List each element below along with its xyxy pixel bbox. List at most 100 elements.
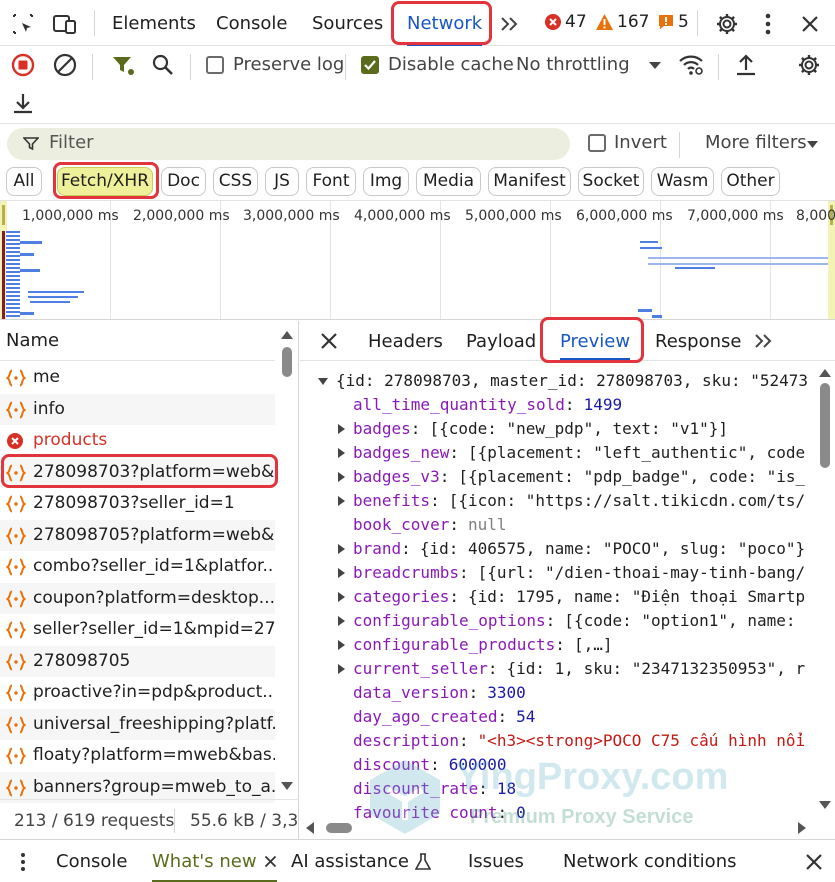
json-value: [{url: "/dien-thoai-may-tinh-bang/ <box>477 563 806 582</box>
type-chip-css[interactable]: CSS <box>213 167 258 196</box>
network-conditions-wifi-icon[interactable] <box>678 52 704 78</box>
json-key: breadcrumbs <box>353 563 459 582</box>
highlight-selected-request <box>1 454 278 488</box>
device-toolbar-icon[interactable] <box>52 11 78 37</box>
disable-cache-checkbox[interactable] <box>361 56 379 74</box>
expand-triangle-icon[interactable] <box>338 616 345 626</box>
export-har-download-icon[interactable] <box>10 90 36 116</box>
type-chip-other[interactable]: Other <box>721 167 780 196</box>
expand-triangle-icon[interactable] <box>338 544 345 554</box>
fetch-xhr-braces-icon <box>6 401 26 419</box>
json-key: all_time_quantity_sold <box>353 395 565 414</box>
request-row[interactable]: universal_freeshipping?platf... <box>0 708 275 740</box>
json-preview: {id: 278098703, master_id: 278098703, sk… <box>300 363 816 818</box>
preview-horizontal-scrollbar[interactable] <box>300 818 815 839</box>
tab-console[interactable]: Console <box>216 0 287 46</box>
request-row[interactable]: info <box>0 393 275 425</box>
name-column-header[interactable]: Name <box>0 321 275 361</box>
request-row[interactable]: proactive?in=pdp&product... <box>0 677 275 709</box>
clear-icon[interactable] <box>52 52 78 78</box>
preserve-log-checkbox[interactable] <box>206 56 224 74</box>
json-key: day_ago_created <box>353 707 498 726</box>
search-icon[interactable] <box>150 52 176 78</box>
request-row[interactable]: floaty?platform=mweb&bas... <box>0 740 275 772</box>
close-drawer-icon[interactable] <box>805 853 823 871</box>
type-chip-manifest[interactable]: Manifest <box>488 167 571 196</box>
disable-cache-label[interactable]: Disable cache <box>388 54 514 75</box>
kebab-menu-icon[interactable] <box>755 11 781 37</box>
network-settings-gear-icon[interactable] <box>796 52 822 78</box>
expand-triangle-icon[interactable] <box>338 568 345 578</box>
request-list-scrollbar[interactable] <box>276 321 298 799</box>
request-row[interactable]: seller?seller_id=1&mpid=27... <box>0 614 275 646</box>
collapse-triangle-icon[interactable] <box>318 378 328 385</box>
expand-triangle-icon[interactable] <box>338 592 345 602</box>
expand-triangle-icon[interactable] <box>338 424 345 434</box>
type-chip-media[interactable]: Media <box>416 167 481 196</box>
request-row[interactable]: me <box>0 362 275 394</box>
json-value: {id: 1795, name: "Điện thoại Smartp <box>467 587 806 606</box>
tab-payload[interactable]: Payload <box>466 321 536 361</box>
more-filters-dropdown[interactable]: More filters <box>705 132 807 153</box>
type-chip-doc[interactable]: Doc <box>161 167 206 196</box>
filter-funnel-icon[interactable] <box>110 52 136 78</box>
fetch-xhr-braces-icon <box>6 621 26 639</box>
type-chip-all[interactable]: All <box>6 167 42 196</box>
close-detail-icon[interactable] <box>320 332 338 350</box>
timeline-label: 8,000 <box>796 208 835 224</box>
request-row[interactable]: products <box>0 425 275 457</box>
preserve-log-label[interactable]: Preserve log <box>233 54 344 75</box>
drawer-tab-network-conditions[interactable]: Network conditions <box>563 840 736 882</box>
type-chip-img[interactable]: Img <box>363 167 409 196</box>
timeline-label: 3,000,000 ms <box>243 208 340 224</box>
request-row[interactable]: 278098705?platform=web&... <box>0 519 275 551</box>
invert-checkbox[interactable] <box>588 134 606 152</box>
settings-gear-icon[interactable] <box>714 11 740 37</box>
filter-input[interactable]: Filter <box>7 128 570 160</box>
tab-headers[interactable]: Headers <box>368 321 443 361</box>
json-value: [{placement: "pdp_badge", code: "is_ <box>458 467 806 486</box>
tab-sources[interactable]: Sources <box>312 0 383 46</box>
drawer-tab-ai-assistance[interactable]: AI assistance <box>291 840 431 882</box>
json-key: discount_rate <box>353 779 479 798</box>
json-value: [{code: "new_pdp", text: "v1"}] <box>429 419 729 438</box>
expand-triangle-icon[interactable] <box>338 448 345 458</box>
error-count[interactable]: 47 <box>544 12 587 32</box>
invert-label[interactable]: Invert <box>614 132 667 153</box>
expand-triangle-icon[interactable] <box>338 640 345 650</box>
request-row[interactable]: 278098705 <box>0 645 275 677</box>
expand-triangle-icon[interactable] <box>338 472 345 482</box>
tab-response[interactable]: Response <box>655 321 741 361</box>
type-chip-js[interactable]: JS <box>265 167 299 196</box>
inspect-element-icon[interactable] <box>10 11 36 37</box>
close-devtools-icon[interactable] <box>797 11 823 37</box>
request-row[interactable]: coupon?platform=desktop... <box>0 582 275 614</box>
request-row[interactable]: combo?seller_id=1&platfor... <box>0 551 275 583</box>
drawer-tab-issues[interactable]: Issues <box>468 840 524 882</box>
tab-elements[interactable]: Elements <box>112 0 196 46</box>
expand-triangle-icon[interactable] <box>338 496 345 506</box>
throttling-dropdown-arrow-icon[interactable] <box>648 60 662 70</box>
issues-count[interactable]: 5 <box>657 12 689 32</box>
close-tab-icon[interactable] <box>264 855 277 868</box>
network-overview-timeline[interactable]: 1,000,000 ms 2,000,000 ms 3,000,000 ms 4… <box>0 200 835 320</box>
import-har-upload-icon[interactable] <box>733 52 759 78</box>
type-chip-socket[interactable]: Socket <box>578 167 644 196</box>
throttling-select[interactable]: No throttling <box>516 54 630 75</box>
type-chip-wasm[interactable]: Wasm <box>651 167 714 196</box>
drawer-menu-kebab-icon[interactable] <box>20 852 26 872</box>
type-chip-font[interactable]: Font <box>306 167 356 196</box>
network-toolbar: Preserve log Disable cache No throttling <box>0 46 835 124</box>
request-name: coupon?platform=desktop... <box>33 587 275 608</box>
request-name: combo?seller_id=1&platfor... <box>33 556 275 576</box>
drawer-tab-console[interactable]: Console <box>56 840 127 882</box>
more-tabs-icon[interactable] <box>496 11 522 37</box>
drawer-tab-whats-new[interactable]: What's new <box>152 840 277 882</box>
warning-count[interactable]: 167 <box>595 12 649 32</box>
record-stop-icon[interactable] <box>10 52 36 78</box>
json-value: [,…] <box>573 635 613 654</box>
more-detail-tabs-icon[interactable] <box>752 331 774 351</box>
preview-vertical-scrollbar[interactable] <box>815 363 835 818</box>
request-row[interactable]: 278098703?seller_id=1 <box>0 488 275 520</box>
expand-triangle-icon[interactable] <box>338 664 345 674</box>
